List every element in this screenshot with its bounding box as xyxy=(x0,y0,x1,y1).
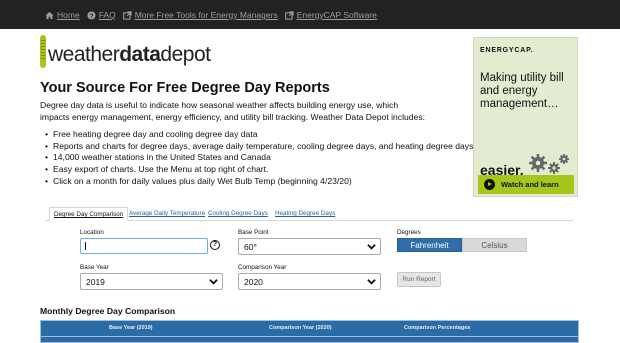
cta-label: Watch and learn xyxy=(501,180,559,189)
nav-home-label: Home xyxy=(57,10,80,20)
nav-energycap-label: EnergyCAP Software xyxy=(296,10,377,20)
fahrenheit-button[interactable]: Fahrenheit xyxy=(397,238,462,252)
celsius-button[interactable]: Celsius xyxy=(462,238,527,252)
comparison-table-subheader xyxy=(40,337,579,343)
tab-heating-degree-days[interactable]: Heating Degree Days xyxy=(275,207,335,221)
logo-text-data: data xyxy=(119,43,161,66)
top-navbar: Home ? FAQ More Free Tools for Energy Ma… xyxy=(0,0,620,29)
ad-brand: ENERGYCAP. xyxy=(480,47,534,54)
base-point-label: Base Point xyxy=(238,229,269,236)
comparison-year-label: Comparison Year xyxy=(238,264,287,271)
home-icon xyxy=(45,11,54,20)
column-header: Base Year (2019) xyxy=(109,325,153,331)
help-icon[interactable]: ? xyxy=(210,240,220,250)
feature-list: Free heating degree day and cooling degr… xyxy=(45,129,476,188)
thermometer-icon xyxy=(40,35,46,68)
comparison-table-header: Base Year (2019) Comparison Year (2020) … xyxy=(40,320,579,337)
report-tabs: Degree Day Comparison Average Daily Temp… xyxy=(45,207,573,221)
degrees-toggle: Fahrenheit Celsius xyxy=(397,238,527,252)
comparison-year-value: 2020 xyxy=(244,277,263,287)
tab-cooling-degree-days[interactable]: Cooling Degree Days xyxy=(208,207,268,221)
column-header: Comparison Year (2020) xyxy=(269,325,332,331)
comparison-year-select[interactable]: 2020 xyxy=(238,273,381,290)
external-link-icon xyxy=(122,10,132,20)
ad-message: Making utility bill and energy managemen… xyxy=(480,72,564,110)
location-input[interactable] xyxy=(80,238,208,254)
nav-energycap-link[interactable]: EnergyCAP Software xyxy=(284,10,377,20)
play-icon xyxy=(484,179,495,190)
tab-degree-day-comparison[interactable]: Degree Day Comparison xyxy=(49,207,129,221)
location-label: Location xyxy=(80,229,104,236)
text-cursor xyxy=(85,242,86,250)
base-year-select[interactable]: 2019 xyxy=(80,273,223,290)
svg-text:?: ? xyxy=(89,13,93,20)
nav-faq-label: FAQ xyxy=(98,10,116,20)
column-header: Comparison Percentages xyxy=(404,325,471,331)
list-item: Easy export of charts. Use the Menu at t… xyxy=(45,164,476,176)
nav-free-tools-label: More Free Tools for Energy Managers xyxy=(134,10,278,20)
energycap-ad[interactable]: ENERGYCAP. Making utility bill and energ… xyxy=(473,37,578,197)
page-title: Your Source For Free Degree Day Reports xyxy=(40,80,330,96)
list-item: Free heating degree day and cooling degr… xyxy=(45,129,476,141)
site-logo[interactable]: weather data depot xyxy=(40,35,211,68)
intro-paragraph: Degree day data is useful to indicate ho… xyxy=(40,100,426,122)
degrees-label: Degrees xyxy=(397,229,421,236)
question-circle-icon: ? xyxy=(87,10,96,20)
list-item: 14,000 weather stations in the United St… xyxy=(45,152,476,164)
base-year-value: 2019 xyxy=(86,277,105,287)
gears-icon xyxy=(529,154,569,174)
watch-and-learn-button[interactable]: Watch and learn xyxy=(478,175,574,194)
tab-average-daily-temperature[interactable]: Average Daily Temperature xyxy=(129,207,205,221)
nav-faq-link[interactable]: ? FAQ xyxy=(87,10,116,20)
logo-text-depot: depot xyxy=(160,43,211,66)
logo-text-weather: weather xyxy=(48,43,120,66)
nav-home-link[interactable]: Home xyxy=(45,10,80,20)
list-item: Reports and charts for degree days, aver… xyxy=(45,141,476,153)
base-year-label: Base Year xyxy=(80,264,109,271)
chevron-down-icon xyxy=(367,244,376,250)
base-point-value: 60° xyxy=(244,242,257,252)
run-report-button[interactable]: Run Report xyxy=(397,272,441,287)
section-title: Monthly Degree Day Comparison xyxy=(40,306,176,316)
chevron-down-icon xyxy=(209,279,218,285)
chevron-down-icon xyxy=(367,279,376,285)
external-link-icon xyxy=(284,10,294,20)
list-item: Click on a month for daily values plus d… xyxy=(45,176,476,188)
nav-free-tools-link[interactable]: More Free Tools for Energy Managers xyxy=(122,10,278,20)
base-point-select[interactable]: 60° xyxy=(238,238,381,255)
